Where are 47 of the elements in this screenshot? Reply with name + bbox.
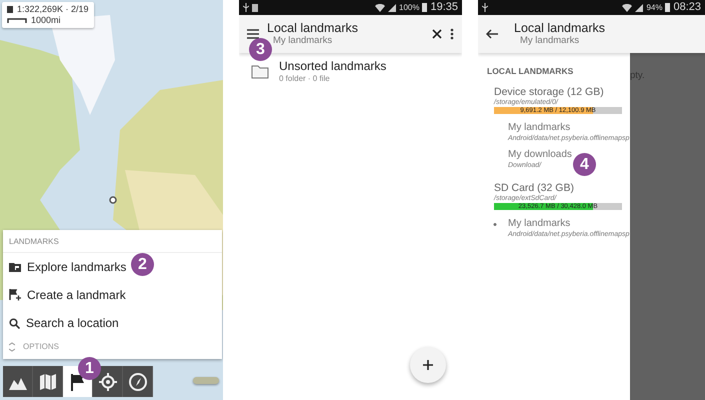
options-label[interactable]: OPTIONS [23,341,60,353]
folder-icon [251,65,269,79]
app-subtitle: My landmarks [519,35,580,47]
plus-icon [423,360,433,370]
battery-percent: 94% [646,2,662,14]
more-icon[interactable] [450,28,454,40]
app-title: Local landmarks [514,21,606,35]
battery-percent: 100% [399,2,420,14]
expand-icon [9,342,15,352]
clock-time: 19:35 [430,0,458,16]
folder-name[interactable]: My landmarks [508,122,630,134]
scale-distance: 1000mi [31,15,61,26]
flag-plus-icon [9,289,21,301]
usb-icon [482,3,488,12]
usb-icon [243,3,249,12]
locate-icon [96,372,118,392]
folder-detail: 0 folder · 0 file [279,73,331,85]
battery-icon [665,3,670,12]
scale-bar [7,18,27,23]
menu-item[interactable]: Search a location [3,309,222,337]
storage-name[interactable]: SD Card (32 GB) [494,182,630,194]
menu-section-title: LANDMARKS [3,234,222,253]
clock-time: 08:23 [673,0,701,16]
back-arrow-icon[interactable] [486,29,498,39]
app-title: Local landmarks [267,21,360,35]
wifi-icon [622,4,632,12]
drawer-section-title: LOCAL LANDMARKS [487,65,574,78]
step-number-badge: 3 [249,38,272,61]
close-icon[interactable] [432,29,442,39]
signal-icon [635,4,644,12]
search-icon [9,318,20,328]
menu-icon[interactable] [247,29,259,39]
wifi-icon [375,4,385,12]
handle[interactable] [193,377,219,384]
storage-name[interactable]: Device storage (12 GB) [494,86,630,98]
folder-name[interactable]: My downloads [508,148,572,161]
folder-icon [9,262,21,272]
menu-item[interactable]: Create a landmark [3,281,222,309]
battery-icon [422,3,428,12]
add-button[interactable] [410,347,446,383]
folder-name[interactable]: My landmarks [508,218,630,230]
scale-text: 1:322,269K · 2/19 [17,4,89,15]
folder-title: Unsorted landmarks [279,59,386,73]
compass-icon [126,372,148,392]
app-subtitle: My landmarks [272,35,334,47]
signal-icon [388,4,396,12]
notification-icon [252,4,258,12]
